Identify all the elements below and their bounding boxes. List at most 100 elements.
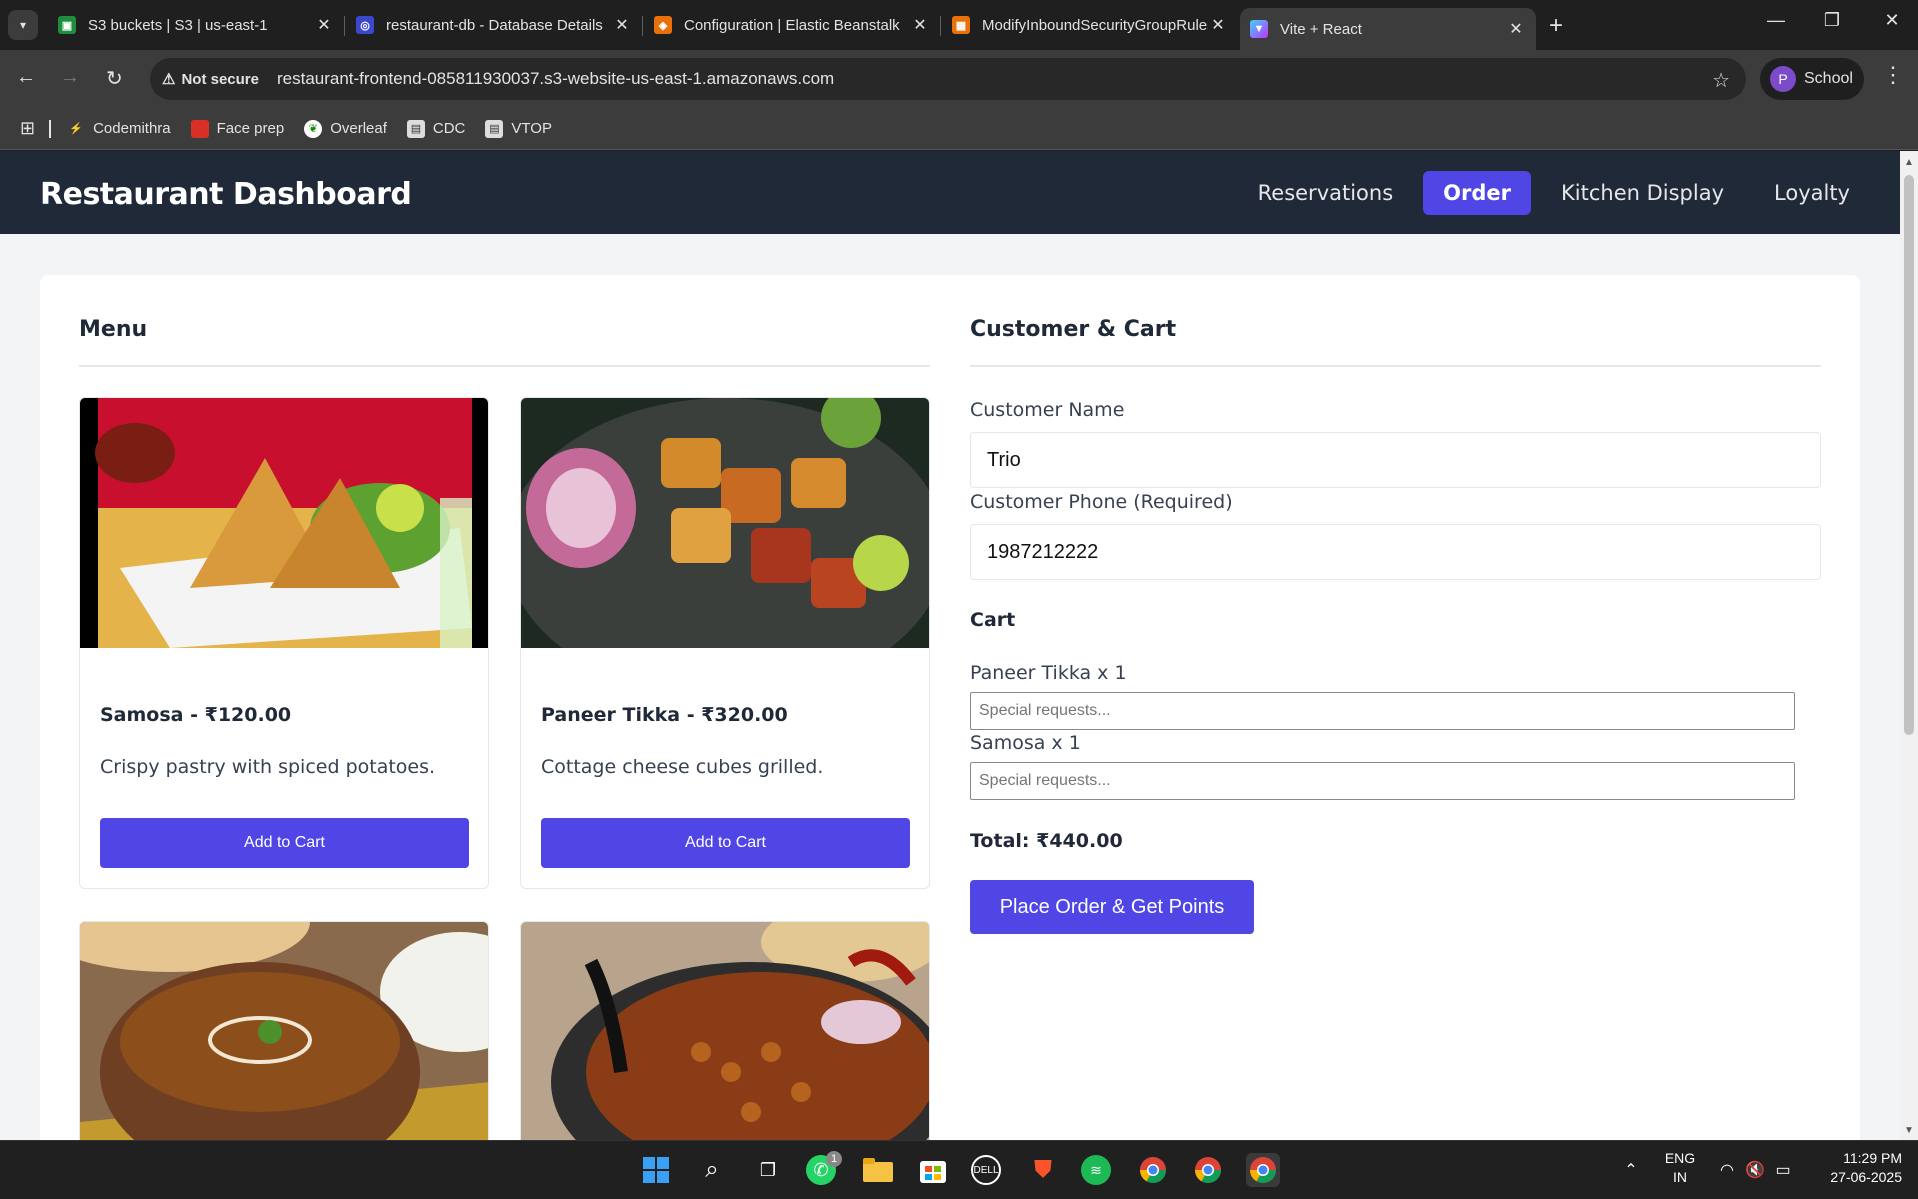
close-icon[interactable]: ✕ — [314, 15, 334, 35]
add-to-cart-button[interactable]: Add to Cart — [100, 818, 469, 868]
close-icon[interactable]: ✕ — [910, 15, 930, 35]
scroll-up-icon[interactable]: ▲ — [1904, 157, 1914, 168]
customer-cart-heading: Customer & Cart — [970, 317, 1177, 342]
address-bar[interactable]: ⚠ Not secure restaurant-frontend-08581193… — [150, 58, 1746, 100]
add-to-cart-button[interactable]: Add to Cart — [541, 818, 910, 868]
divider — [970, 365, 1821, 367]
bookmark-face-prep[interactable]: Face prep — [190, 119, 284, 138]
reload-icon[interactable]: ↻ — [106, 66, 123, 91]
codemithra-icon: ⚡ — [69, 123, 83, 135]
close-icon[interactable]: ✕ — [1506, 19, 1526, 39]
tab-rds[interactable]: ◎ restaurant-db - Database Details ✕ — [346, 8, 642, 42]
divider — [79, 365, 930, 367]
main-nav: Reservations Order Kitchen Display Loyal… — [1228, 171, 1870, 215]
ec2-icon: ▦ — [952, 16, 970, 34]
tab-title: restaurant-db - Database Details — [386, 16, 603, 34]
nav-order[interactable]: Order — [1423, 171, 1531, 215]
search-icon[interactable]: ⌕ — [695, 1153, 729, 1187]
forward-icon[interactable]: → — [60, 66, 80, 89]
nav-loyalty[interactable]: Loyalty — [1754, 171, 1870, 215]
menu-item-desc: Cottage cheese cubes grilled. — [541, 756, 824, 778]
menu-item-name: Samosa - ₹120.00 — [100, 704, 292, 726]
place-order-button[interactable]: Place Order & Get Points — [970, 880, 1254, 934]
window-close-icon[interactable]: ✕ — [1872, 10, 1912, 31]
nav-kitchen-display[interactable]: Kitchen Display — [1541, 171, 1744, 215]
profile-button[interactable]: P School — [1760, 58, 1864, 100]
menu-card-dal — [79, 921, 489, 1140]
clock[interactable]: 11:29 PM 27-06-2025 — [1806, 1149, 1902, 1187]
store-icon[interactable] — [916, 1153, 950, 1187]
web-page: Restaurant Dashboard Reservations Order … — [0, 151, 1900, 1140]
back-icon[interactable]: ← — [16, 66, 36, 89]
cart-line: Paneer Tikka x 1 — [970, 662, 1127, 684]
customer-phone-field[interactable]: 1987212222 — [970, 524, 1821, 580]
bookmark-codemithra[interactable]: ⚡ Codemithra — [67, 120, 170, 138]
special-requests-input[interactable]: Special requests... — [970, 762, 1795, 800]
bookmarks-bar: ⊞ ⚡ Codemithra Face prep ❦ Overleaf ▤ CDC ▤… — [0, 108, 1918, 150]
restore-icon[interactable]: ❐ — [1812, 10, 1852, 31]
not-secure-indicator[interactable]: ⚠ Not secure — [162, 70, 259, 89]
spotify-icon[interactable]: ≋ — [1081, 1155, 1111, 1185]
apps-grid-icon[interactable]: ⊞ — [20, 118, 35, 139]
tab-title: S3 buckets | S3 | us-east-1 — [88, 16, 268, 34]
url-text: restaurant-frontend-085811930037.s3-webs… — [276, 69, 835, 88]
cdc-icon: ▤ — [406, 119, 425, 138]
tab-title: Vite + React — [1280, 20, 1362, 38]
chole-image — [521, 922, 929, 1140]
cart-total: Total: ₹440.00 — [970, 830, 1123, 852]
tab-s3[interactable]: ▣ S3 buckets | S3 | us-east-1 ✕ — [48, 8, 344, 42]
customer-phone-label: Customer Phone (Required) — [970, 491, 1233, 513]
close-icon[interactable]: ✕ — [612, 15, 632, 35]
task-view-icon[interactable]: ❐ — [751, 1153, 785, 1187]
bookmark-star-icon[interactable]: ☆ — [1712, 68, 1730, 93]
tab-vite-react[interactable]: ▼ Vite + React ✕ — [1240, 8, 1536, 50]
chevron-up-icon[interactable]: ⌃ — [1614, 1153, 1648, 1187]
face-prep-icon — [190, 119, 209, 138]
samosa-image — [80, 398, 488, 648]
app-header: Restaurant Dashboard Reservations Order … — [0, 151, 1900, 234]
browser-tab-bar: ▾ ▣ S3 buckets | S3 | us-east-1 ✕ ◎ rest… — [0, 0, 1918, 50]
scrollbar-thumb[interactable] — [1904, 175, 1914, 735]
chrome-icon[interactable] — [1246, 1153, 1280, 1187]
nav-reservations[interactable]: Reservations — [1238, 171, 1414, 215]
windows-start-icon[interactable] — [639, 1153, 673, 1187]
dal-image — [80, 922, 488, 1140]
dell-icon[interactable]: DELL — [971, 1155, 1001, 1185]
tab-search-button[interactable]: ▾ — [8, 10, 38, 40]
bookmark-cdc[interactable]: ▤ CDC — [406, 119, 465, 138]
browser-menu-icon[interactable]: ⋮ — [1882, 62, 1904, 88]
new-tab-button[interactable]: + — [1542, 12, 1570, 40]
customer-name-field[interactable]: Trio — [970, 432, 1821, 488]
vite-icon: ▼ — [1250, 20, 1268, 38]
tab-title: ModifyInboundSecurityGroupRules — [982, 16, 1208, 34]
menu-item-name: Paneer Tikka - ₹320.00 — [541, 704, 788, 726]
chrome-icon[interactable] — [1191, 1153, 1225, 1187]
s3-icon: ▣ — [58, 16, 76, 34]
menu-item-desc: Crispy pastry with spiced potatoes. — [100, 756, 436, 778]
brave-icon[interactable]: ⛊ — [1026, 1153, 1060, 1187]
app-brand: Restaurant Dashboard — [40, 177, 412, 212]
chrome-icon[interactable] — [1136, 1153, 1170, 1187]
scroll-down-icon[interactable]: ▼ — [1904, 1125, 1914, 1136]
customer-name-label: Customer Name — [970, 399, 1125, 421]
tab-beanstalk[interactable]: ◈ Configuration | Elastic Beanstalk ✕ — [644, 8, 940, 42]
rds-icon: ◎ — [356, 16, 374, 34]
language-indicator[interactable]: ENG IN — [1660, 1149, 1700, 1187]
beanstalk-icon: ◈ — [654, 16, 672, 34]
bookmark-vtop[interactable]: ▤ VTOP — [485, 119, 552, 138]
notification-badge: 1 — [826, 1151, 842, 1167]
file-explorer-icon[interactable] — [861, 1153, 895, 1187]
overleaf-icon: ❦ — [304, 119, 323, 138]
special-requests-input[interactable]: Special requests... — [970, 692, 1795, 730]
vtop-icon: ▤ — [485, 119, 504, 138]
menu-card-samosa: Samosa - ₹120.00 Crispy pastry with spic… — [79, 397, 489, 889]
battery-icon[interactable]: ▭ — [1766, 1153, 1800, 1187]
page-scrollbar[interactable]: ▲ ▼ — [1900, 151, 1918, 1140]
windows-taskbar: ⌕ ❐ ✆ 1 DELL ⛊ ≋ ⌃ ENG IN ◠ 🔇 ▭ 11:29 PM 2… — [0, 1140, 1918, 1199]
bookmark-overleaf[interactable]: ❦ Overleaf — [304, 119, 387, 138]
order-panel: Menu Samosa - ₹120.00 Crispy pastry with… — [40, 275, 1860, 1140]
tab-ec2[interactable]: ▦ ModifyInboundSecurityGroupRules ✕ — [942, 8, 1238, 42]
close-icon[interactable]: ✕ — [1208, 15, 1228, 35]
minimize-icon[interactable]: — — [1756, 10, 1796, 31]
menu-card-paneer-tikka: Paneer Tikka - ₹320.00 Cottage cheese cu… — [520, 397, 930, 889]
